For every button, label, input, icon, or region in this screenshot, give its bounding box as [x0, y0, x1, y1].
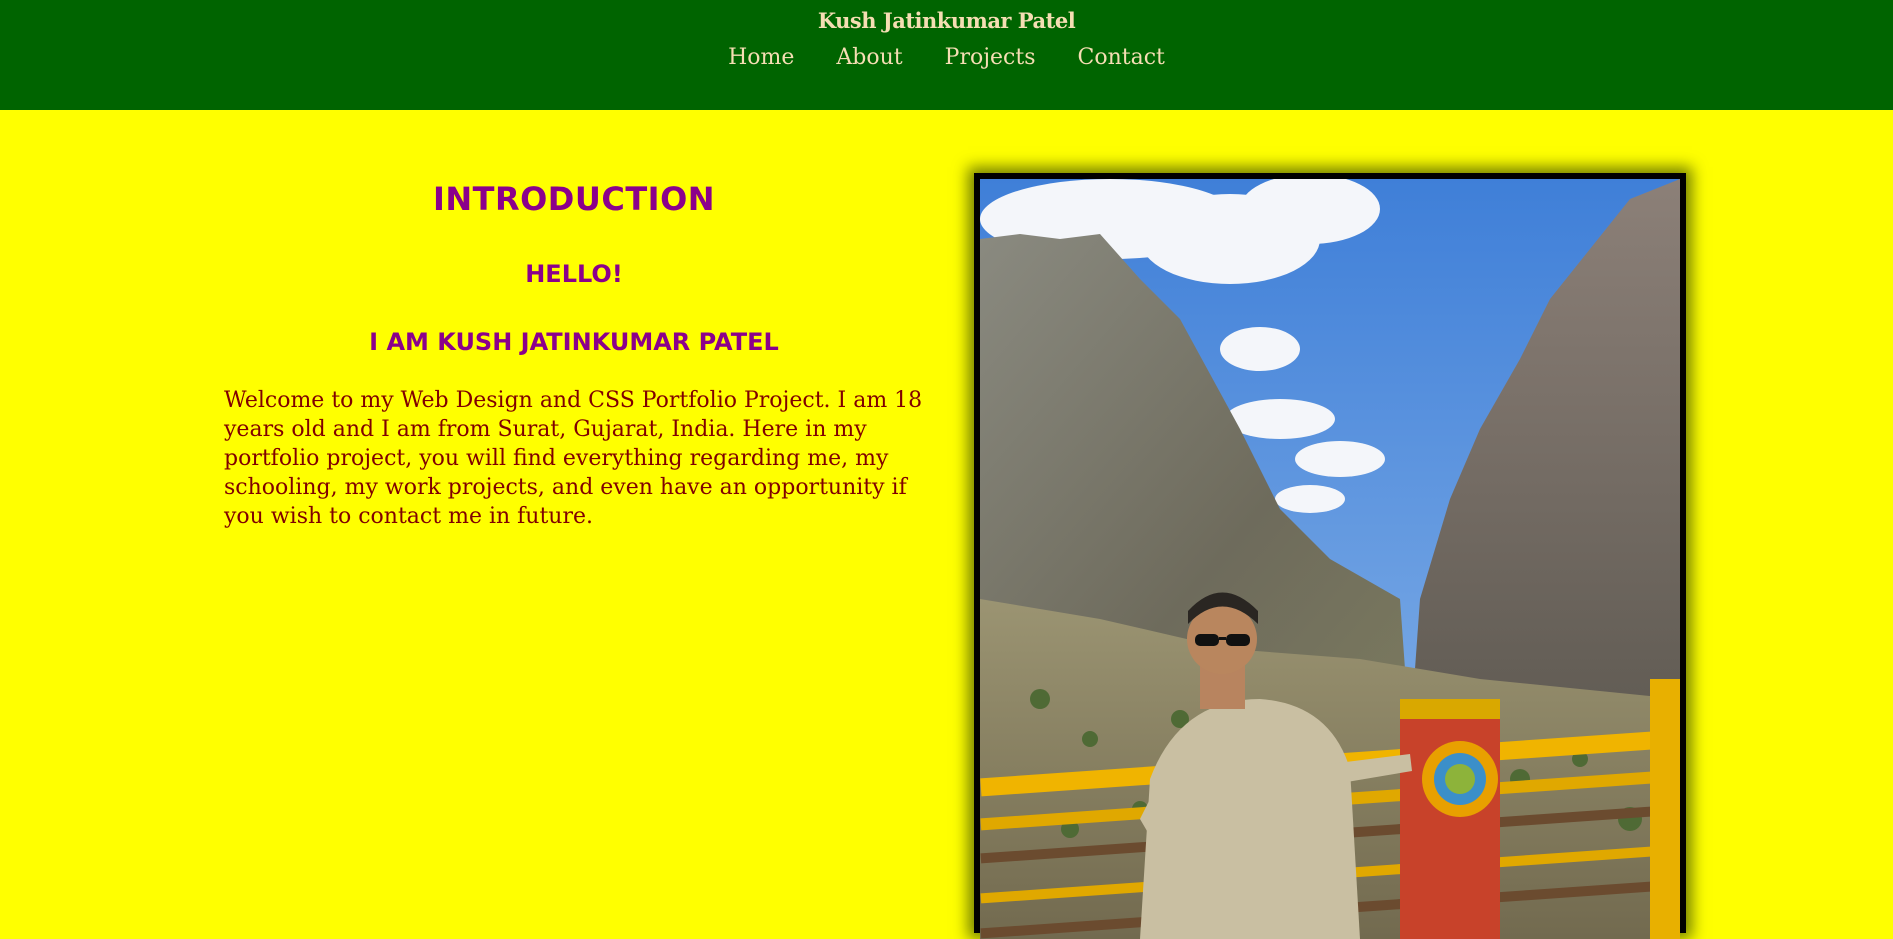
- profile-photo: [980, 179, 1680, 939]
- main-nav: Home About Projects Contact: [0, 45, 1893, 70]
- greeting-heading: HELLO!: [525, 260, 623, 288]
- nav-about-link[interactable]: About: [836, 45, 902, 70]
- nav-projects-link[interactable]: Projects: [945, 45, 1036, 70]
- intro-paragraph: Welcome to my Web Design and CSS Portfol…: [224, 388, 923, 529]
- name-heading: I AM KUSH JATINKUMAR PATEL: [369, 328, 779, 356]
- nav-home-link[interactable]: Home: [728, 45, 794, 70]
- site-header: Kush Jatinkumar Patel Home About Project…: [0, 0, 1893, 110]
- intro-section: INTRODUCTION HELLO! I AM KUSH JATINKUMAR…: [224, 180, 924, 529]
- intro-heading: INTRODUCTION: [432, 180, 716, 218]
- nav-contact-link[interactable]: Contact: [1078, 45, 1165, 70]
- profile-photo-frame: [974, 173, 1686, 939]
- site-title: Kush Jatinkumar Patel: [817, 8, 1076, 33]
